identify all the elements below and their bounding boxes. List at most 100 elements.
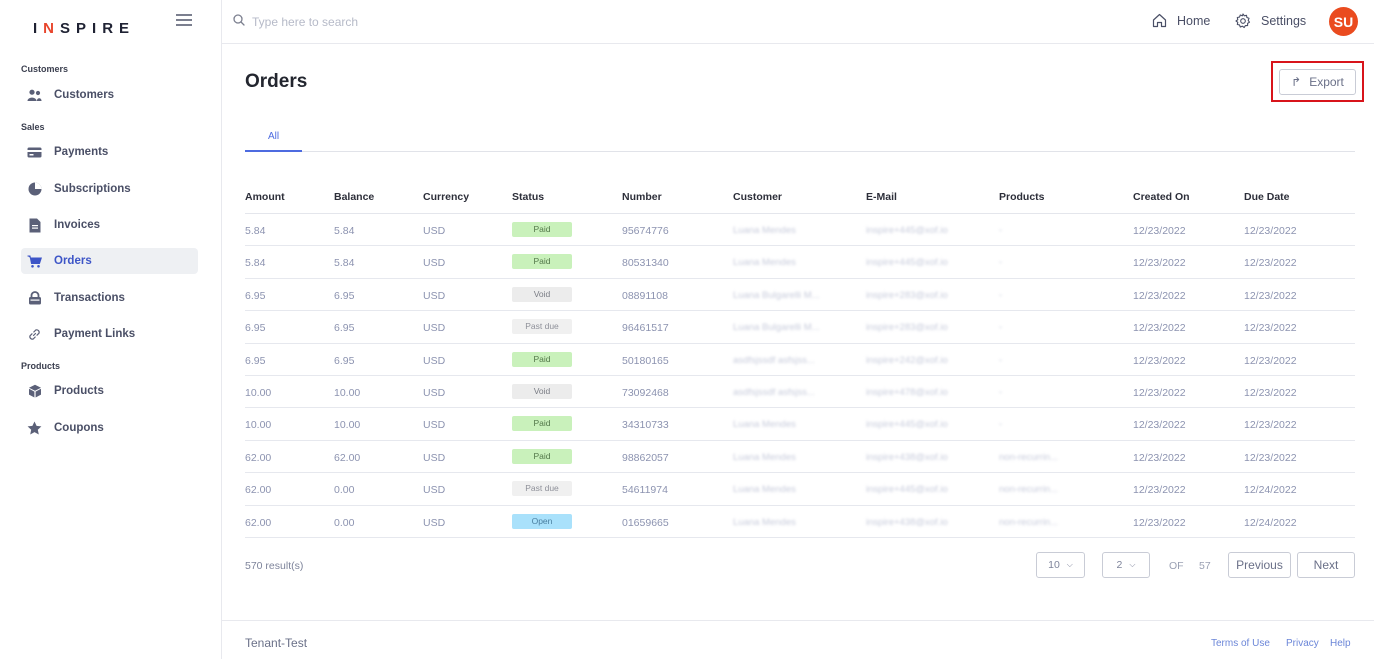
gear-icon xyxy=(1235,13,1251,29)
cell-due: 12/23/2022 xyxy=(1244,386,1297,399)
column-header-customer[interactable]: Customer xyxy=(733,191,782,203)
cell-currency: USD xyxy=(423,451,446,464)
cell-customer: Luana Bulgarelli M... xyxy=(733,322,820,334)
orders-table: Amount Balance Currency Status Number Cu… xyxy=(245,182,1355,538)
cell-created: 12/23/2022 xyxy=(1133,484,1186,497)
sidebar-item-orders[interactable]: Orders xyxy=(21,248,198,274)
menu-toggle-icon[interactable] xyxy=(176,14,192,28)
sidebar-item-label: Orders xyxy=(54,255,92,267)
footer: Tenant-Test Terms of Use Privacy Help xyxy=(222,620,1374,659)
search-input[interactable] xyxy=(252,15,552,29)
status-badge: Past due xyxy=(512,481,572,497)
cell-number: 08891108 xyxy=(622,289,668,302)
cell-balance: 6.95 xyxy=(334,322,355,335)
cell-email: inspire+445@xof.io xyxy=(866,257,948,269)
settings-link[interactable]: Settings xyxy=(1235,13,1306,29)
cell-email: inspire+438@xof.io xyxy=(866,516,948,528)
table-row[interactable]: 6.95 6.95 USD Past due 96461517 Luana Bulgare… xyxy=(245,311,1355,344)
cell-due: 12/23/2022 xyxy=(1244,354,1297,367)
cell-products: non-recurrin... xyxy=(999,451,1059,463)
sidebar-item-payment-links[interactable]: Payment Links xyxy=(21,321,198,347)
sidebar-item-subscriptions[interactable]: Subscriptions xyxy=(21,176,198,202)
cell-balance: 62.00 xyxy=(334,451,361,464)
table-row[interactable]: 5.84 5.84 USD Paid 95674776 Luana Mendes inspi… xyxy=(245,214,1355,247)
column-header-due-date[interactable]: Due Date xyxy=(1244,191,1290,203)
status-badge: Past due xyxy=(512,319,572,335)
users-icon xyxy=(27,88,42,103)
cell-email: inspire+242@xof.io xyxy=(866,354,948,366)
status-badge: Paid xyxy=(512,254,572,270)
column-header-created-on[interactable]: Created On xyxy=(1133,191,1190,203)
page-number-select[interactable]: 2 ⌵ xyxy=(1102,552,1150,578)
column-header-currency[interactable]: Currency xyxy=(423,191,469,203)
cell-email: inspire+445@xof.io xyxy=(866,225,948,236)
table-row[interactable]: 6.95 6.95 USD Paid 50180165 asdfsjssdf asfsjs… xyxy=(245,344,1355,376)
column-header-email[interactable]: E-Mail xyxy=(866,191,897,203)
sidebar-item-transactions[interactable]: Transactions xyxy=(21,285,198,311)
home-label: Home xyxy=(1177,13,1211,28)
cell-products: - xyxy=(999,386,1003,398)
page-size-value: 10 xyxy=(1048,559,1060,571)
table-row[interactable]: 62.00 62.00 USD Paid 98862057 Luana Mendes ins… xyxy=(245,441,1355,474)
logo-accent: N xyxy=(43,20,61,37)
total-pages: 57 xyxy=(1199,560,1211,572)
cell-email: inspire+283@xof.io xyxy=(866,322,948,334)
privacy-link[interactable]: Privacy xyxy=(1286,638,1319,649)
export-button[interactable]: ↱ Export xyxy=(1279,69,1356,95)
sidebar-item-customers[interactable]: Customers xyxy=(21,82,198,108)
cell-created: 12/23/2022 xyxy=(1133,386,1186,399)
cell-created: 12/23/2022 xyxy=(1133,516,1186,529)
cell-balance: 0.00 xyxy=(334,516,355,529)
sidebar-item-invoices[interactable]: Invoices xyxy=(21,212,198,238)
of-label: OF xyxy=(1169,560,1184,572)
page-title: Orders xyxy=(245,71,308,92)
cell-currency: USD xyxy=(423,419,446,432)
column-header-products[interactable]: Products xyxy=(999,191,1045,203)
cell-products: - xyxy=(999,419,1003,431)
sidebar-item-label: Subscriptions xyxy=(54,183,131,195)
cell-amount: 6.95 xyxy=(245,289,266,302)
cell-currency: USD xyxy=(423,289,446,302)
column-header-number[interactable]: Number xyxy=(622,191,662,203)
table-row[interactable]: 62.00 0.00 USD Past due 54611974 Luana Mendes… xyxy=(245,473,1355,506)
cell-customer: Luana Mendes xyxy=(733,257,796,269)
table-row[interactable]: 10.00 10.00 USD Void 73092468 asdfsjssdf asfs… xyxy=(245,376,1355,409)
cell-due: 12/23/2022 xyxy=(1244,289,1297,302)
tab-all[interactable]: All xyxy=(245,127,302,152)
sidebar-item-products[interactable]: Products xyxy=(21,378,198,404)
cell-customer: Luana Mendes xyxy=(733,484,796,496)
cell-currency: USD xyxy=(423,516,446,529)
table-row[interactable]: 5.84 5.84 USD Paid 80531340 Luana Mendes inspi… xyxy=(245,246,1355,279)
cell-customer: asdfsjssdf asfsjss... xyxy=(733,386,815,398)
sidebar-item-coupons[interactable]: Coupons xyxy=(21,415,198,441)
export-arrow-icon: ↱ xyxy=(1291,75,1302,89)
avatar[interactable]: SU xyxy=(1329,7,1358,36)
column-header-amount[interactable]: Amount xyxy=(245,191,285,203)
cell-email: inspire+438@xof.io xyxy=(866,451,948,463)
cell-currency: USD xyxy=(423,354,446,367)
page-size-select[interactable]: 10 ⌵ xyxy=(1036,552,1085,578)
home-link[interactable]: Home xyxy=(1152,13,1210,28)
column-header-status[interactable]: Status xyxy=(512,191,544,203)
status-badge: Paid xyxy=(512,351,572,367)
next-button[interactable]: Next xyxy=(1297,552,1355,578)
previous-button[interactable]: Previous xyxy=(1228,552,1291,578)
terms-link[interactable]: Terms of Use xyxy=(1211,638,1270,649)
table-row[interactable]: 10.00 10.00 USD Paid 34310733 Luana Mendes ins… xyxy=(245,408,1355,441)
table-body: 5.84 5.84 USD Paid 95674776 Luana Mendes inspi… xyxy=(245,214,1355,538)
cell-created: 12/23/2022 xyxy=(1133,322,1186,335)
column-header-balance[interactable]: Balance xyxy=(334,191,374,203)
help-link[interactable]: Help xyxy=(1330,638,1351,649)
cell-balance: 10.00 xyxy=(334,386,361,399)
cell-email: inspire+445@xof.io xyxy=(866,484,948,496)
sidebar-item-payments[interactable]: Payments xyxy=(21,139,198,165)
home-icon xyxy=(1152,13,1167,28)
table-row[interactable]: 62.00 0.00 USD Open 01659665 Luana Mendes insp… xyxy=(245,506,1355,538)
table-row[interactable]: 6.95 6.95 USD Void 08891108 Luana Bulgarelli … xyxy=(245,279,1355,312)
sidebar: INSPIRE Customers Customers Sales Paymen… xyxy=(0,0,222,659)
search-icon xyxy=(233,13,245,31)
cell-products: - xyxy=(999,322,1003,334)
app-logo[interactable]: INSPIRE xyxy=(33,20,135,37)
cell-due: 12/23/2022 xyxy=(1244,419,1297,432)
cell-customer: Luana Mendes xyxy=(733,516,796,528)
